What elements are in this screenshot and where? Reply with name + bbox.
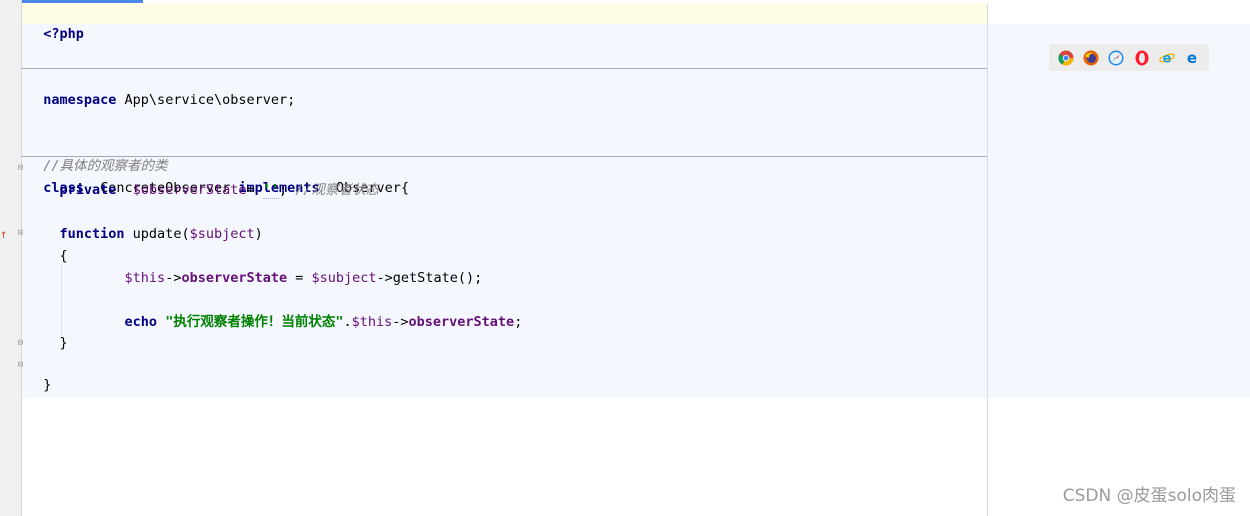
private-keyword: private <box>59 182 117 198</box>
method-separator <box>22 68 987 69</box>
this-var: $this <box>351 314 393 330</box>
code-line-echo[interactable]: echo "执行观察者操作！当前状态".$this->observerState… <box>27 312 523 332</box>
property-var: $observerState <box>132 182 247 198</box>
code-line-property[interactable]: private $observerState= ''; //观察者状态 <box>27 180 379 200</box>
editor-gutter[interactable] <box>0 0 22 516</box>
browser-preview-bar: e e <box>1049 44 1209 71</box>
code-line-brace-close-outer[interactable]: } <box>27 355 51 393</box>
code-line-brace-close-inner[interactable]: } <box>27 333 68 353</box>
edge-icon[interactable]: e <box>1184 50 1200 66</box>
namespace-path: App\service\observer; <box>116 92 296 108</box>
concat-op: . <box>343 314 352 330</box>
function-signature: update( <box>124 226 190 242</box>
opera-icon[interactable] <box>1134 50 1150 66</box>
empty-string: '' <box>262 182 280 199</box>
semicolon: ; <box>514 314 523 330</box>
right-margin-guide <box>987 3 988 516</box>
override-marker-icon[interactable]: ↑ <box>0 228 7 240</box>
namespace-keyword: namespace <box>43 92 117 108</box>
code-line-class-decl[interactable]: class ConcreteObserver implements Observ… <box>27 158 409 196</box>
brace: } <box>43 377 52 393</box>
safari-icon[interactable] <box>1108 50 1124 66</box>
assign-op: = <box>246 182 263 198</box>
property-name: observerState <box>181 270 288 286</box>
assign-op: = <box>287 270 312 286</box>
fold-toggle-icon[interactable]: ⊟ <box>16 229 25 238</box>
brace: { <box>59 248 68 264</box>
current-line-highlight <box>22 3 988 24</box>
echo-string: "执行观察者操作！当前状态" <box>165 314 344 330</box>
code-line-brace-open[interactable]: { <box>27 246 68 266</box>
code-line-namespace[interactable]: namespace App\service\observer; <box>27 70 295 108</box>
brace: } <box>59 335 68 351</box>
comment-text: //观察者状态 <box>295 182 380 198</box>
method-call: ->getState(); <box>376 270 483 286</box>
param-var: $subject <box>189 226 255 242</box>
code-line-function[interactable]: function update($subject) <box>27 224 263 244</box>
function-signature-close: ) <box>254 226 263 242</box>
arrow-op: -> <box>165 270 182 286</box>
function-keyword: function <box>59 226 125 242</box>
fold-toggle-icon[interactable]: ⊟ <box>16 339 25 348</box>
fold-toggle-icon[interactable]: ⊟ <box>16 361 25 370</box>
csdn-watermark: CSDN @皮蛋solo肉蛋 <box>1062 486 1236 506</box>
chrome-icon[interactable] <box>1058 50 1074 66</box>
this-var: $this <box>124 270 166 286</box>
echo-keyword: echo <box>124 314 158 330</box>
semicolon: ; <box>279 182 296 198</box>
arrow-op: -> <box>392 314 409 330</box>
fold-toggle-icon[interactable]: ⊟ <box>16 164 25 173</box>
svg-text:e: e <box>1163 51 1172 66</box>
subject-var: $subject <box>311 270 377 286</box>
firefox-icon[interactable] <box>1083 50 1099 66</box>
php-open-tag: <?php <box>43 26 84 42</box>
svg-text:e: e <box>1187 50 1197 66</box>
property-name: observerState <box>408 314 515 330</box>
code-line-php-open[interactable]: <?php <box>27 4 84 42</box>
ie-icon[interactable]: e <box>1159 50 1175 66</box>
code-line-comment-class[interactable]: //具体的观察者的类 <box>27 136 167 174</box>
code-line-assign[interactable]: $this->observerState = $subject->getStat… <box>27 268 483 288</box>
